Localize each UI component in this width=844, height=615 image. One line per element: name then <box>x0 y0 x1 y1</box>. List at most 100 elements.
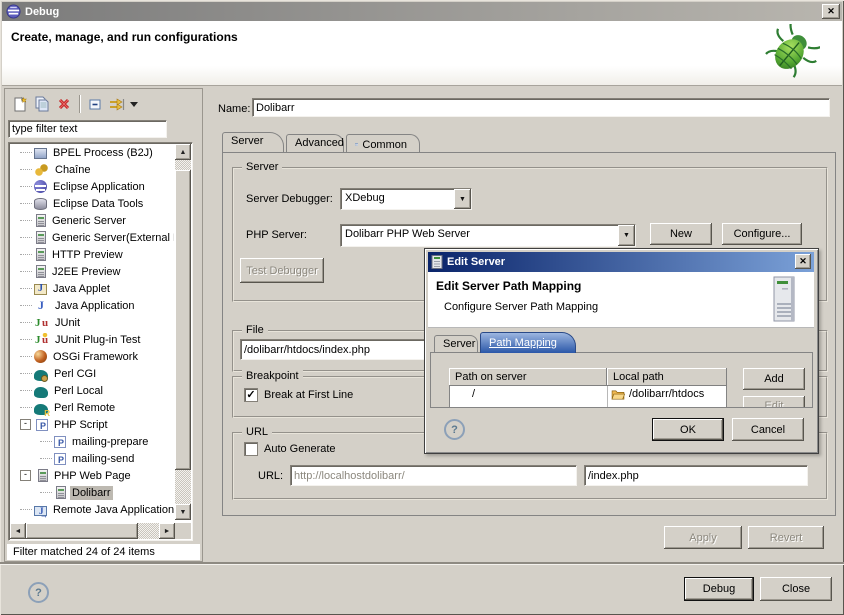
tree-connector <box>20 322 32 323</box>
tree-item-label: Eclipse Application <box>51 180 147 194</box>
close-button[interactable]: Close <box>760 577 832 601</box>
tree-item-label: Remote Java Application <box>51 503 174 517</box>
filter-input[interactable] <box>8 120 167 138</box>
collapse-all-icon[interactable] <box>84 93 106 115</box>
table-row[interactable]: /dolibarr/htdocs <box>607 386 727 408</box>
expander-collapse-icon[interactable]: - <box>20 419 31 430</box>
ok-button[interactable]: OK <box>652 418 724 441</box>
tree-item[interactable]: OSGi Framework <box>10 348 174 365</box>
url-group-title: URL <box>242 426 272 438</box>
configure-button[interactable]: Configure... <box>722 223 802 245</box>
auto-generate-checkbox[interactable] <box>244 442 258 456</box>
scroll-down-icon[interactable]: ▼ <box>175 504 191 520</box>
cancel-button[interactable]: Cancel <box>732 418 804 441</box>
remote-java-icon <box>34 506 47 516</box>
dialog-header-title: Edit Server Path Mapping <box>436 279 581 293</box>
php-server-select[interactable]: Dolibarr PHP Web Server ▼ <box>340 224 636 247</box>
new-button[interactable]: New <box>650 223 712 245</box>
tree-item[interactable]: Dolibarr <box>10 484 174 501</box>
dropdown-arrow-icon[interactable]: ▼ <box>618 225 635 246</box>
tree-vscrollbar[interactable]: ▲ ▼ <box>175 144 191 520</box>
breakpoint-group-title: Breakpoint <box>242 370 303 382</box>
add-button[interactable]: Add <box>743 368 805 390</box>
apply-button: Apply <box>664 526 742 549</box>
java-application-icon <box>34 299 49 313</box>
common-tab-icon <box>355 139 358 150</box>
tree-item[interactable]: -PHP Script <box>10 416 174 433</box>
dialog-tab-server[interactable]: Server <box>434 335 478 353</box>
tree-hscrollbar[interactable]: ◄ ► <box>10 523 175 539</box>
tree-item[interactable]: mailing-prepare <box>10 433 174 450</box>
tree-item[interactable]: Remote Java Application <box>10 501 174 518</box>
tree-item[interactable]: BPEL Process (B2J) <box>10 144 174 161</box>
dialog-titlebar: Edit Server <box>428 252 814 272</box>
tree-item[interactable]: mailing-send <box>10 450 174 467</box>
scroll-up-icon[interactable]: ▲ <box>175 144 191 160</box>
generic-server-icon <box>36 214 46 227</box>
tree-item[interactable]: JUnit Plug-in Test <box>10 331 174 348</box>
tree-item[interactable]: Eclipse Application <box>10 178 174 195</box>
dialog-help-icon[interactable]: ? <box>444 419 465 440</box>
tree-item[interactable]: HTTP Preview <box>10 246 174 263</box>
tree-item[interactable]: Perl Local <box>10 382 174 399</box>
tree-connector <box>40 492 52 493</box>
php-web-page-icon <box>56 486 66 499</box>
tree-item[interactable]: Generic Server <box>10 212 174 229</box>
window-close-button[interactable]: ✕ <box>822 4 840 19</box>
junit-plugin-icon <box>34 333 49 347</box>
new-configuration-icon[interactable] <box>9 93 31 115</box>
edit-server-dialog: Edit Server ✕ Edit Server Path Mapping C… <box>424 248 819 454</box>
tree-item-label: Dolibarr <box>70 486 113 500</box>
hscroll-thumb[interactable] <box>26 523 138 539</box>
dropdown-arrow-icon[interactable]: ▼ <box>454 189 471 209</box>
server-debugger-select[interactable]: XDebug ▼ <box>340 188 472 210</box>
name-input[interactable] <box>252 98 830 117</box>
toolbar-dropdown-arrow-icon[interactable] <box>128 93 140 115</box>
help-icon[interactable]: ? <box>28 582 49 603</box>
junit-icon <box>34 316 49 330</box>
server-debugger-label: Server Debugger: <box>246 193 333 205</box>
tree-item[interactable]: Java Application <box>10 297 174 314</box>
tree-item[interactable]: Eclipse Data Tools <box>10 195 174 212</box>
tree-item[interactable]: Java Applet <box>10 280 174 297</box>
scroll-left-icon[interactable]: ◄ <box>10 523 26 539</box>
tree-item[interactable]: Generic Server(External La <box>10 229 174 246</box>
tab-common[interactable]: Common <box>346 134 420 152</box>
expander-collapse-icon[interactable]: - <box>20 470 31 481</box>
auto-generate-label: Auto Generate <box>264 443 336 455</box>
tree-connector <box>20 407 32 408</box>
column-header-path-on-server[interactable]: Path on server <box>449 368 607 386</box>
delete-icon[interactable] <box>53 93 75 115</box>
tree-connector <box>40 441 52 442</box>
tab-server[interactable]: Server <box>222 132 284 152</box>
tree-item[interactable]: JUnit <box>10 314 174 331</box>
url-path-input[interactable] <box>584 465 808 486</box>
java-applet-icon <box>34 284 47 295</box>
debug-button[interactable]: Debug <box>684 577 754 601</box>
duplicate-icon[interactable] <box>31 93 53 115</box>
tree-item-label: BPEL Process (B2J) <box>51 146 155 160</box>
server-tower-icon <box>770 275 800 326</box>
dialog-header: Edit Server Path Mapping Configure Serve… <box>428 272 814 328</box>
filter-icon[interactable] <box>106 93 128 115</box>
path-mapping-table: / <box>449 386 607 408</box>
scroll-right-icon[interactable]: ► <box>159 523 175 539</box>
vscroll-thumb[interactable] <box>175 170 191 470</box>
tab-advanced[interactable]: Advanced <box>286 134 344 152</box>
tree-item-label: Perl CGI <box>52 367 98 381</box>
tree-item[interactable]: Chaîne <box>10 161 174 178</box>
osgi-framework-icon <box>34 350 47 363</box>
tree-item[interactable]: Perl CGI <box>10 365 174 382</box>
server-icon <box>431 255 443 269</box>
dialog-close-button[interactable]: ✕ <box>795 254 811 269</box>
cell-path-on-server[interactable]: / <box>450 386 607 400</box>
dialog-tab-path-mapping[interactable]: Path Mapping <box>480 332 576 353</box>
column-header-local-path[interactable]: Local path <box>607 368 727 386</box>
tree-item[interactable]: -PHP Web Page <box>10 467 174 484</box>
dialog-header-subtitle: Configure Server Path Mapping <box>444 301 598 313</box>
tree-item-label: JUnit <box>53 316 82 330</box>
break-first-line-checkbox[interactable]: ✓ <box>244 388 258 402</box>
tree-item[interactable]: J2EE Preview <box>10 263 174 280</box>
tree-item[interactable]: Perl Remote <box>10 399 174 416</box>
php-script-icon <box>36 419 48 431</box>
